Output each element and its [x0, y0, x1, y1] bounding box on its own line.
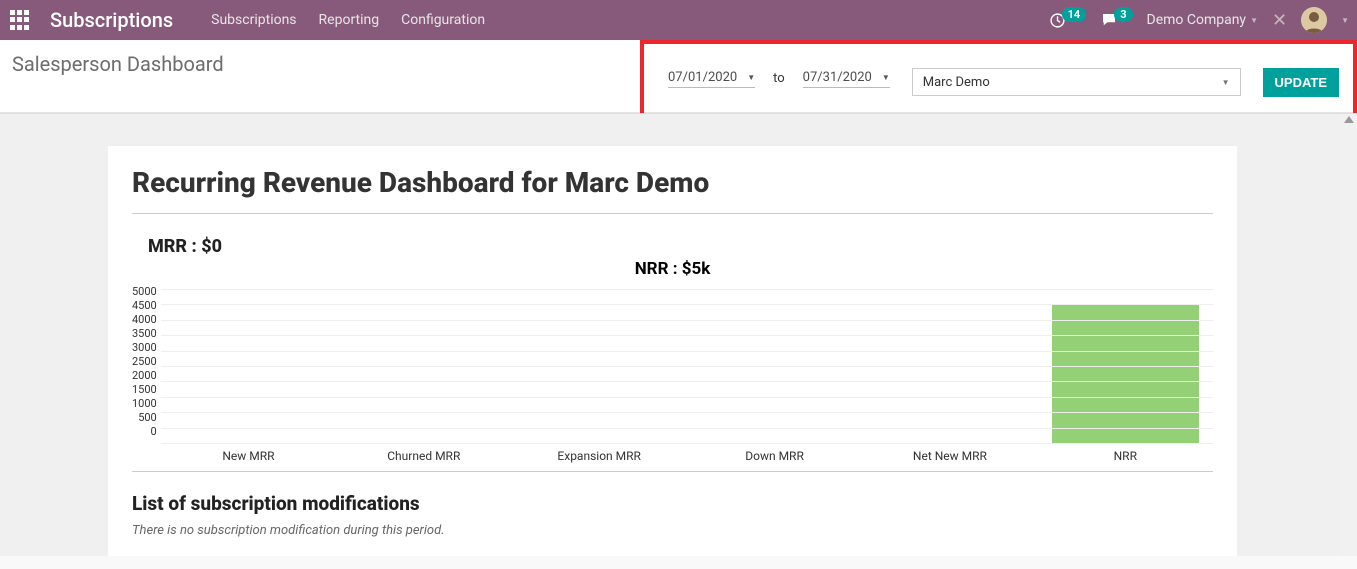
- y-tick: 500: [138, 411, 157, 425]
- mrr-label: MRR : $0: [148, 236, 1213, 257]
- date-from-value: 07/01/2020: [668, 70, 737, 85]
- nav-subscriptions[interactable]: Subscriptions: [211, 12, 296, 28]
- content-area: Recurring Revenue Dashboard for Marc Dem…: [0, 113, 1357, 556]
- x-tick: Down MRR: [687, 443, 862, 463]
- x-tick: New MRR: [161, 443, 336, 463]
- nav-configuration[interactable]: Configuration: [401, 12, 485, 28]
- x-tick: Expansion MRR: [511, 443, 686, 463]
- chart-area: 5000450040003500300025002000150010005000…: [132, 285, 1213, 463]
- date-from-input[interactable]: 07/01/2020 ▼: [668, 68, 755, 88]
- y-tick: 3000: [132, 341, 157, 355]
- y-tick: 0: [151, 425, 157, 439]
- y-tick: 3500: [132, 327, 157, 341]
- app-title: Subscriptions: [50, 8, 173, 32]
- vertical-scrollbar[interactable]: [1341, 114, 1357, 556]
- dashboard-title: Recurring Revenue Dashboard for Marc Dem…: [132, 166, 1213, 214]
- chart-bar[interactable]: [1052, 304, 1199, 443]
- chart-section: MRR : $0 NRR : $5k 500045004000350030002…: [132, 236, 1213, 472]
- user-avatar[interactable]: [1301, 7, 1327, 33]
- control-panel: Salesperson Dashboard 07/01/2020 ▼ to 07…: [0, 40, 1357, 113]
- chart-plot: [161, 285, 1213, 443]
- company-name: Demo Company: [1147, 12, 1247, 28]
- chevron-down-icon: ▼: [882, 73, 890, 82]
- page-title: Salesperson Dashboard: [12, 52, 224, 76]
- close-icon[interactable]: ✕: [1272, 10, 1287, 31]
- modifications-empty: There is no subscription modification du…: [132, 523, 1213, 538]
- y-tick: 1000: [132, 397, 157, 411]
- x-axis: New MRRChurned MRRExpansion MRRDown MRRN…: [161, 443, 1213, 463]
- activity-badge: 14: [1062, 7, 1087, 22]
- y-tick: 4000: [132, 313, 157, 327]
- top-navbar: Subscriptions Subscriptions Reporting Co…: [0, 0, 1357, 40]
- activity-icon[interactable]: 14: [1049, 12, 1087, 29]
- y-tick: 2500: [132, 355, 157, 369]
- y-tick: 2000: [132, 369, 157, 383]
- chevron-down-icon: ▼: [1222, 78, 1230, 87]
- modifications-title: List of subscription modifications: [132, 492, 1213, 515]
- user-caret-icon[interactable]: ▼: [1341, 16, 1349, 25]
- chevron-down-icon: ▼: [747, 73, 755, 82]
- y-tick: 4500: [132, 299, 157, 313]
- nrr-label: NRR : $5k: [132, 259, 1213, 279]
- update-button[interactable]: UPDATE: [1263, 68, 1339, 97]
- topbar-right: 14 3 Demo Company ▼ ✕ ▼: [1049, 7, 1349, 33]
- x-tick: Net New MRR: [862, 443, 1037, 463]
- messages-icon[interactable]: 3: [1100, 11, 1132, 29]
- to-label: to: [773, 71, 785, 86]
- y-tick: 1500: [132, 383, 157, 397]
- chevron-down-icon: ▼: [1250, 16, 1258, 25]
- company-switcher[interactable]: Demo Company ▼: [1147, 12, 1258, 28]
- bar-column: [1038, 304, 1213, 443]
- date-range: 07/01/2020 ▼ to 07/31/2020 ▼: [668, 68, 890, 88]
- dashboard-card: Recurring Revenue Dashboard for Marc Dem…: [108, 146, 1237, 556]
- date-to-value: 07/31/2020: [803, 70, 872, 85]
- date-to-input[interactable]: 07/31/2020 ▼: [803, 68, 890, 88]
- x-tick: NRR: [1038, 443, 1213, 463]
- nav-menu: Subscriptions Reporting Configuration: [211, 12, 485, 28]
- y-axis: 5000450040003500300025002000150010005000: [132, 285, 161, 463]
- salesperson-value: Marc Demo: [923, 75, 990, 90]
- x-tick: Churned MRR: [336, 443, 511, 463]
- messages-badge: 3: [1114, 7, 1132, 22]
- nav-reporting[interactable]: Reporting: [319, 12, 380, 28]
- y-tick: 5000: [132, 285, 157, 299]
- salesperson-select[interactable]: Marc Demo ▼: [912, 68, 1241, 96]
- apps-icon[interactable]: [8, 8, 32, 32]
